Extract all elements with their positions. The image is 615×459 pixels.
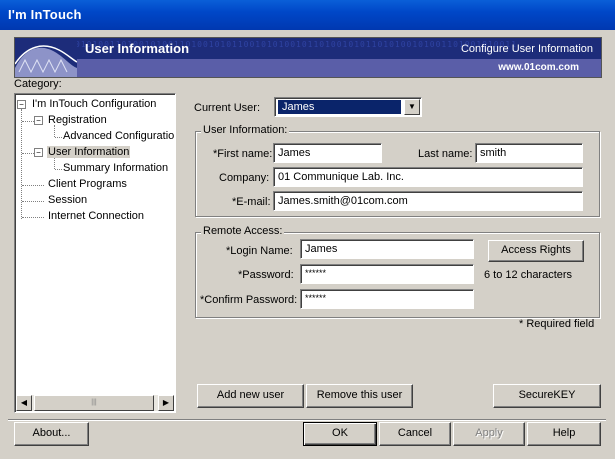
tree-item-registration[interactable]: Registration xyxy=(48,114,107,126)
scroll-right-icon[interactable]: ▶ xyxy=(158,395,174,411)
title-bar[interactable]: I'm InTouch xyxy=(0,0,615,30)
tree-line xyxy=(21,109,22,219)
email-input[interactable]: James.smith@01com.com xyxy=(273,191,583,211)
tree-item-internet-connection[interactable]: Internet Connection xyxy=(48,210,144,222)
current-user-select[interactable]: James ▼ xyxy=(274,97,422,117)
tree-line xyxy=(54,125,55,137)
tree-horizontal-scrollbar[interactable]: ◀ ||| ▶ xyxy=(16,395,174,411)
remove-user-button[interactable]: Remove this user xyxy=(306,384,413,408)
last-name-input[interactable]: smith xyxy=(475,143,583,163)
banner-logo-icon xyxy=(15,38,77,77)
login-name-input[interactable]: James xyxy=(300,239,474,259)
company-label: Company: xyxy=(219,172,270,184)
window-title: I'm InTouch xyxy=(8,7,82,22)
about-button[interactable]: About... xyxy=(14,422,89,446)
add-new-user-button[interactable]: Add new user xyxy=(197,384,304,408)
help-button[interactable]: Help xyxy=(527,422,601,446)
tree-collapse-icon[interactable]: − xyxy=(17,100,26,109)
confirm-password-input[interactable]: ****** xyxy=(300,289,474,309)
current-user-value: James xyxy=(278,100,401,114)
email-label: *E-mail: xyxy=(232,196,271,208)
dialog-window: I'm InTouch 0101001101001010011010010101… xyxy=(0,0,615,459)
securekey-button[interactable]: SecureKEY xyxy=(493,384,601,408)
tree-line xyxy=(55,137,62,138)
ok-button[interactable]: OK xyxy=(303,422,377,446)
scroll-thumb[interactable]: ||| xyxy=(34,395,154,411)
tree-line xyxy=(54,157,55,169)
tree-item-advanced-configuration[interactable]: Advanced Configuratio xyxy=(63,130,174,142)
password-input[interactable]: ****** xyxy=(300,264,474,284)
footer-separator xyxy=(8,419,606,421)
banner-title: User Information xyxy=(85,41,190,56)
required-field-note: * Required field xyxy=(519,318,595,330)
last-name-label: Last name: xyxy=(418,148,473,160)
banner-subtitle: Configure User Information xyxy=(460,43,593,55)
tree-collapse-icon[interactable]: − xyxy=(34,116,43,125)
cancel-button[interactable]: Cancel xyxy=(379,422,451,446)
tree-line xyxy=(22,217,44,218)
first-name-input[interactable]: James xyxy=(273,143,382,163)
category-tree[interactable]: − I'm InTouch Configuration − Registrati… xyxy=(14,93,176,413)
tree-item-summary-information[interactable]: Summary Information xyxy=(63,162,168,174)
confirm-password-label: *Confirm Password: xyxy=(200,294,298,306)
apply-button[interactable]: Apply xyxy=(453,422,525,446)
tree-line xyxy=(22,201,44,202)
current-user-label: Current User: xyxy=(194,102,261,114)
category-label: Category: xyxy=(14,78,62,90)
password-label: *Password: xyxy=(238,269,294,281)
tree-item-session[interactable]: Session xyxy=(48,194,87,206)
tree-item-user-information[interactable]: User Information xyxy=(47,146,131,158)
company-input[interactable]: 01 Communique Lab. Inc. xyxy=(273,167,583,187)
header-banner: 0101001101001010011010010101100101010010… xyxy=(14,37,602,78)
remote-access-group-label: Remote Access: xyxy=(201,225,285,237)
user-information-group-label: User Information: xyxy=(201,124,290,136)
tree-line xyxy=(22,185,44,186)
chevron-down-icon[interactable]: ▼ xyxy=(404,99,420,115)
scroll-left-icon[interactable]: ◀ xyxy=(16,395,32,411)
tree-item-client-programs[interactable]: Client Programs xyxy=(48,178,127,190)
tree-collapse-icon[interactable]: − xyxy=(34,148,43,157)
tree-line xyxy=(55,169,62,170)
password-hint: 6 to 12 characters xyxy=(484,269,573,281)
access-rights-button[interactable]: Access Rights xyxy=(488,240,584,262)
banner-url: www.01com.com xyxy=(498,62,579,73)
first-name-label: *First name: xyxy=(213,148,273,160)
tree-item-configuration[interactable]: I'm InTouch Configuration xyxy=(32,98,156,110)
login-name-label: *Login Name: xyxy=(226,245,293,257)
